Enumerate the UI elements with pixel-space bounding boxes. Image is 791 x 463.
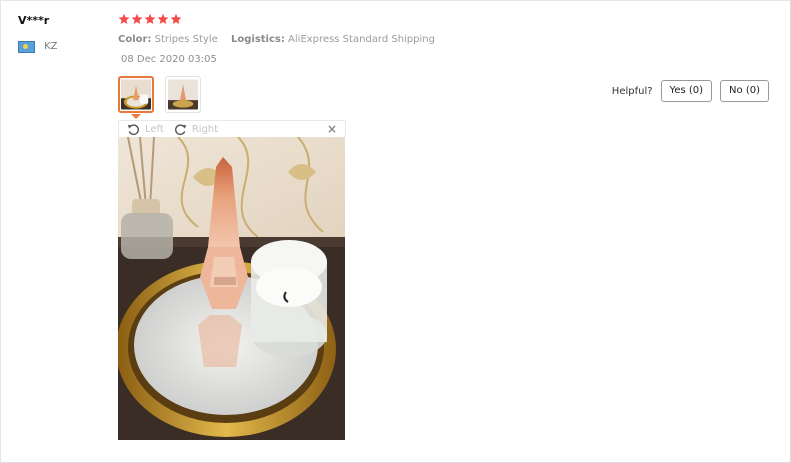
review-photo	[118, 137, 345, 440]
review-date: 08 Dec 2020 03:05	[121, 54, 217, 65]
star-icon	[157, 13, 169, 24]
color-value: Stripes Style	[154, 34, 218, 45]
star-icon	[118, 13, 130, 24]
logistics-label: Logistics:	[230, 34, 285, 45]
photo-thumbnail-image	[121, 79, 151, 110]
close-icon[interactable]: ×	[327, 122, 337, 136]
helpful-no-button[interactable]: No (0)	[720, 80, 769, 102]
helpful-box: Helpful? Yes (0) No (0)	[612, 80, 769, 102]
star-icon	[131, 13, 143, 24]
photo-viewer: Left Right ×	[118, 120, 346, 440]
rotate-left-label: Left	[145, 123, 164, 135]
rotate-left-icon	[127, 123, 139, 135]
photo-thumbnail-2[interactable]	[165, 76, 201, 113]
logistics-value: AliExpress Standard Shipping	[288, 34, 435, 45]
rotate-left-button[interactable]: Left	[127, 123, 164, 136]
thumbnail-pointer	[131, 114, 141, 119]
star-icon	[170, 13, 182, 24]
star-icon	[144, 13, 156, 24]
rotate-right-label: Right	[191, 123, 219, 135]
rotate-right-button[interactable]: Right	[174, 123, 218, 136]
helpful-label: Helpful?	[611, 85, 653, 97]
photo-thumbnail-image	[168, 79, 198, 110]
rotate-right-icon	[174, 123, 186, 135]
photo-thumbnail-1[interactable]	[118, 76, 154, 113]
order-details: Color: Stripes Style Logistics: AliExpre…	[118, 34, 435, 45]
color-label: Color:	[118, 34, 152, 45]
star-rating	[118, 13, 182, 25]
reviewer-country: KZ	[18, 36, 58, 53]
reviewer-name: V***r	[18, 14, 50, 27]
viewer-toolbar: Left Right ×	[118, 120, 346, 137]
flag-icon	[18, 40, 35, 53]
country-code: KZ	[44, 41, 58, 52]
helpful-yes-button[interactable]: Yes (0)	[660, 80, 713, 102]
